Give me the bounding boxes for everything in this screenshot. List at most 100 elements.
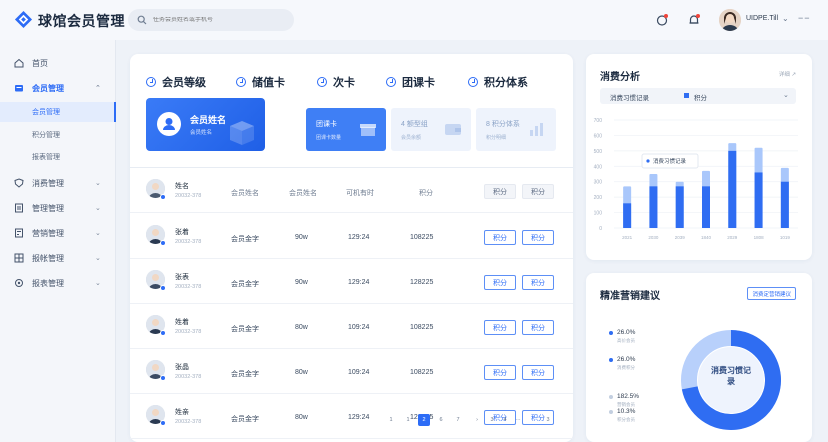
points-button[interactable]: 积分	[484, 275, 516, 290]
segment-percent: 26.0%	[617, 356, 636, 363]
cell-balance: 80w	[295, 414, 308, 421]
bell-icon[interactable]	[687, 13, 701, 27]
page-button[interactable]: 7	[452, 414, 464, 426]
y-tick-label: 200	[594, 195, 603, 201]
notification-icon[interactable]	[655, 13, 669, 27]
points-button[interactable]: 积分	[484, 365, 516, 380]
cell-balance: 80w	[295, 369, 308, 376]
sidebar-item-account[interactable]: 报帐管理 ⌄	[0, 248, 116, 268]
sidebar-subitem-points[interactable]: 积分管理	[0, 125, 116, 145]
segment-label: 高价会员	[617, 338, 635, 343]
chart-tooltip: 消费习惯记录	[641, 153, 699, 169]
sidebar-item-home[interactable]: 首页	[0, 53, 116, 73]
page-button[interactable]: 1	[402, 414, 414, 426]
x-tick-label: 2021	[622, 235, 633, 240]
cell-balance: 90w	[295, 234, 308, 241]
points-button[interactable]: 积分	[522, 230, 554, 245]
member-date: 20032-378	[175, 239, 202, 245]
bar-series-b[interactable]	[728, 150, 737, 228]
x-tick-label: 2030	[648, 235, 659, 240]
sidebar-subitem-member[interactable]: 会员管理	[0, 102, 116, 122]
marketing-suggest-button[interactable]: 消费定营销建议	[747, 287, 796, 300]
cell-balance: 90w	[295, 279, 308, 286]
sidebar-item-member[interactable]: 会员管理 ⌃	[0, 78, 116, 98]
document-icon	[15, 203, 23, 213]
page-button[interactable]: ›	[471, 414, 483, 426]
cell-level: 会员金字	[231, 236, 259, 243]
balance-card-tile[interactable]: 4 额型组 会员余额	[391, 108, 471, 151]
bar-series-b[interactable]	[754, 172, 763, 228]
page-button[interactable]: ···	[512, 414, 524, 426]
points-button[interactable]: 积分	[522, 320, 554, 335]
y-tick-label: 300	[594, 180, 603, 186]
member-card[interactable]: 会员姓名 会员姓名	[146, 98, 265, 151]
sidebar-item-consume[interactable]: 消费管理 ⌄	[0, 173, 116, 193]
points-button[interactable]: 积分	[522, 365, 554, 380]
points-button[interactable]: 积分	[522, 275, 554, 290]
legend-dot	[609, 395, 613, 399]
consumption-panel: 消费分析 详细 ↗ 消费习惯记录 积分 ⌄ 0 100 200 300 400 500 60…	[586, 54, 812, 260]
check-circle-icon	[468, 77, 478, 87]
tab-count-card[interactable]: 次卡	[317, 74, 355, 90]
segment-label: 积分会员	[617, 417, 635, 422]
sidebar-subitem-report[interactable]: 报表管理	[0, 147, 116, 167]
more-menu[interactable]: −−	[798, 13, 811, 23]
status-badge	[160, 330, 166, 336]
user-avatar[interactable]	[719, 9, 741, 31]
home-icon	[14, 58, 24, 68]
status-badge	[160, 240, 166, 246]
member-panel: 会员等级 储值卡 次卡 团课卡 积分体系 会员姓名 会员姓名 团课卡 团课卡数量…	[130, 54, 573, 442]
gift-icon	[360, 124, 376, 136]
page-button[interactable]: 3	[486, 414, 498, 426]
chevron-down-icon: ⌄	[95, 280, 101, 287]
search-box[interactable]	[128, 9, 294, 31]
points-button[interactable]: 积分	[522, 184, 554, 199]
search-icon	[137, 15, 147, 25]
points-button[interactable]: 积分	[484, 184, 516, 199]
sidebar-item-report[interactable]: 报表管理 ⌄	[0, 273, 116, 293]
bar-series-b[interactable]	[675, 186, 684, 228]
page-button[interactable]: 4	[499, 414, 511, 426]
app-logo-icon[interactable]	[14, 10, 33, 29]
list-icon	[15, 228, 23, 238]
cell-points: 128225	[410, 279, 434, 286]
legend-swatch	[684, 93, 689, 98]
bar-series-b[interactable]	[649, 186, 658, 228]
group-card-tile[interactable]: 团课卡 团课卡数量	[306, 108, 386, 151]
tab-member-level[interactable]: 会员等级	[146, 74, 206, 90]
cell-level: 会员金字	[231, 371, 259, 378]
page-button[interactable]: 3	[542, 414, 554, 426]
y-tick-label: 700	[594, 118, 603, 124]
points-button[interactable]: 积分	[484, 320, 516, 335]
sidebar-item-manage[interactable]: 管理管理 ⌄	[0, 198, 116, 218]
bar-series-b[interactable]	[702, 186, 710, 228]
chevron-down-icon: ⌄	[95, 255, 101, 262]
chevron-down-icon: ⌄	[783, 92, 789, 99]
donut-center-label: 消费习惯记录	[711, 366, 751, 386]
bar-series-b[interactable]	[780, 181, 789, 228]
chevron-down-icon[interactable]: ⌄	[782, 14, 789, 23]
tab-group-card[interactable]: 团课卡	[386, 74, 435, 90]
segment-percent: 10.3%	[617, 408, 636, 415]
table-header-row: 姓名 20032-378 会员姓名 会员姓名 可机有时 积分 积分 积分	[130, 168, 573, 213]
chart-legend[interactable]: 消费习惯记录 积分 ⌄	[600, 88, 796, 104]
points-card-tile[interactable]: 8 积分体系 积分明细	[476, 108, 556, 151]
legend-label-a: 消费习惯记录	[610, 95, 649, 102]
user-name[interactable]: UIDPE.Till	[746, 15, 778, 22]
wallet-icon	[445, 124, 461, 135]
cell-time: 109:24	[348, 324, 370, 331]
y-tick-label: 600	[594, 133, 603, 139]
bar-series-b[interactable]	[623, 203, 632, 228]
page-button[interactable]: 1	[385, 414, 397, 426]
details-link[interactable]: 详细 ↗	[779, 70, 796, 78]
search-input[interactable]	[153, 17, 283, 23]
member-date: 20032-378	[175, 284, 202, 290]
page-button[interactable]: 2	[418, 414, 430, 426]
points-button[interactable]: 积分	[484, 230, 516, 245]
tab-stored-card[interactable]: 储值卡	[236, 74, 285, 90]
page-button[interactable]: 6	[435, 414, 447, 426]
sidebar-item-marketing[interactable]: 营销管理 ⌄	[0, 223, 116, 243]
check-circle-icon	[386, 77, 396, 87]
status-badge	[160, 420, 166, 426]
tab-points[interactable]: 积分体系	[468, 74, 528, 90]
